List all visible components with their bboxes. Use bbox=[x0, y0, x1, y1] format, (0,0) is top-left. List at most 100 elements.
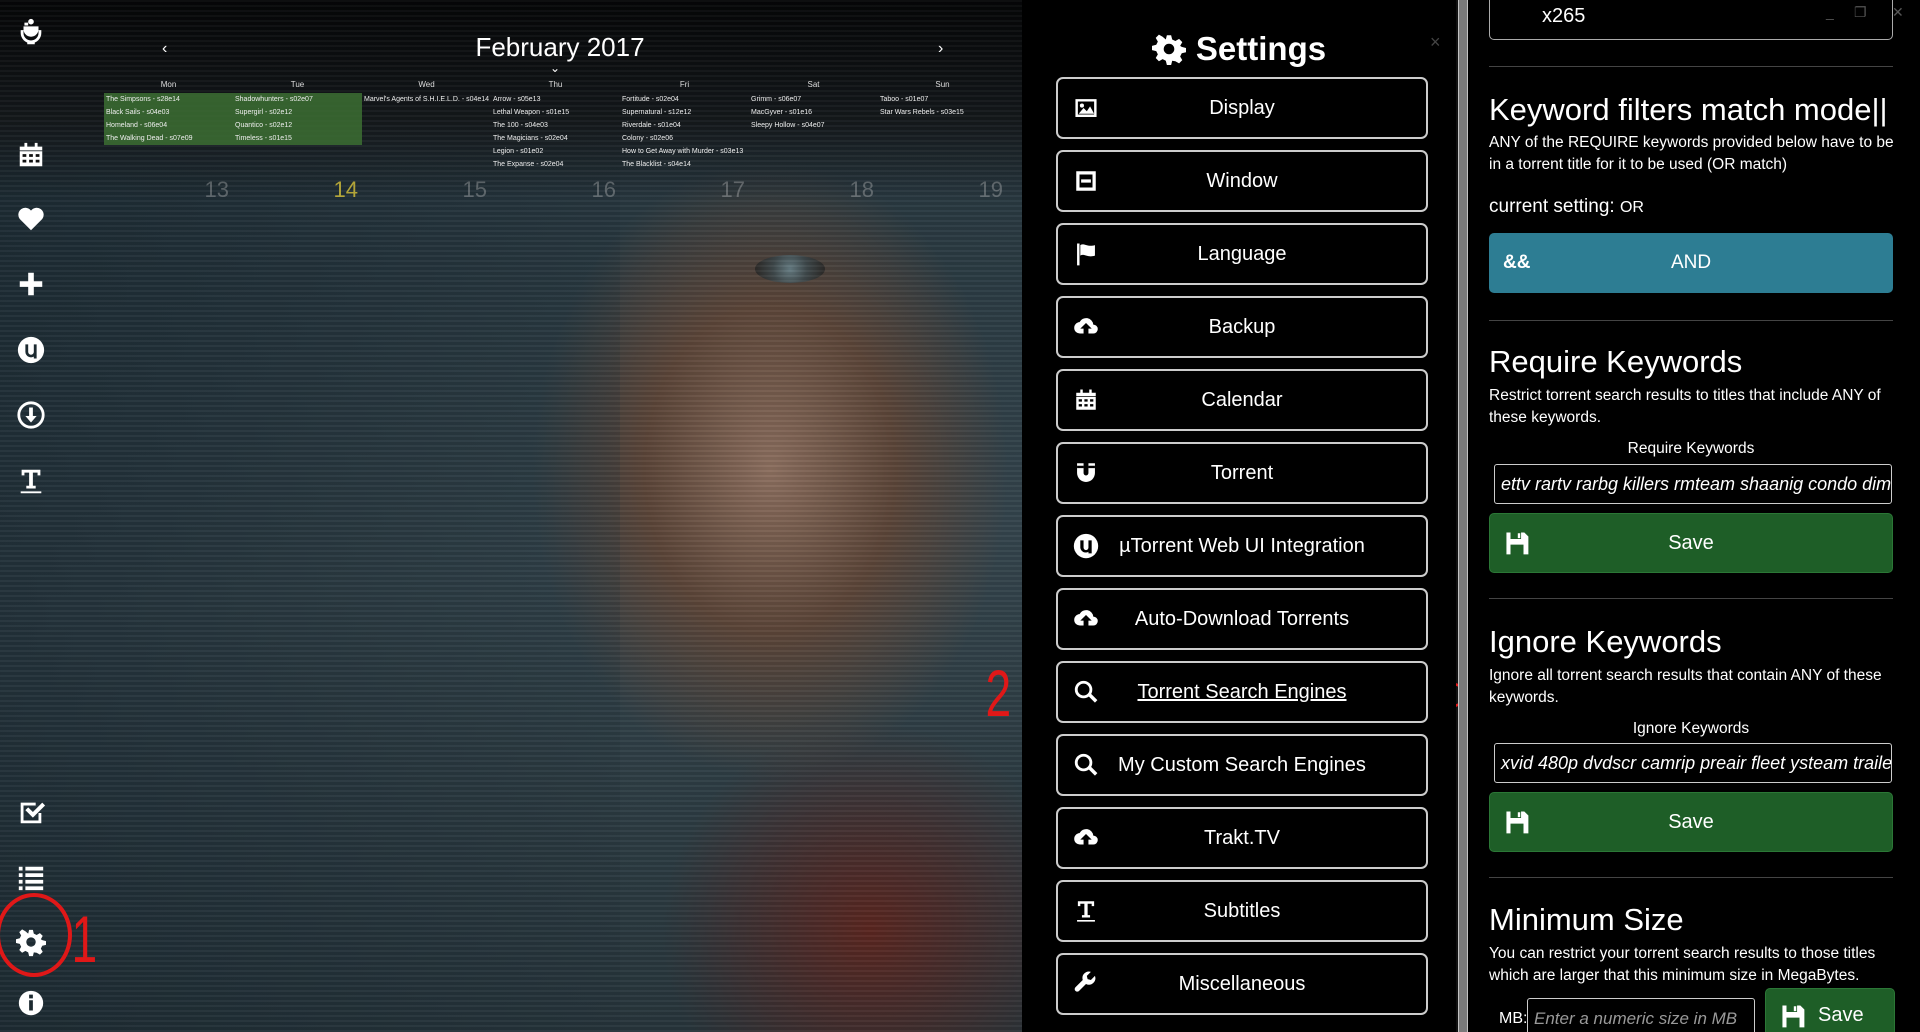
match-mode-description: ANY of the REQUIRE keywords provided bel… bbox=[1489, 134, 1894, 173]
minimum-size-input[interactable]: Enter a numeric size in MB bbox=[1527, 998, 1755, 1032]
utorrent-icon[interactable] bbox=[11, 330, 51, 370]
calendar-day-cell[interactable]: Taboo - s01e07 Star Wars Rebels - s03e15 1… bbox=[878, 93, 1007, 205]
calendar-day-cell[interactable]: Shadowhunters - s02e07 Supergirl - s02e12… bbox=[233, 93, 362, 205]
heart-icon[interactable] bbox=[11, 199, 51, 239]
calendar-month-title: February 2017 bbox=[475, 32, 645, 62]
calendar-episode[interactable]: Homeland - s06e04 bbox=[104, 119, 233, 132]
current-setting-label: current setting: bbox=[1489, 196, 1615, 217]
calendar-episode[interactable]: Quantico - s02e12 bbox=[233, 119, 362, 132]
scrollbar-thumb[interactable] bbox=[1459, 0, 1467, 1032]
calendar-episode[interactable]: Grimm - s06e07 bbox=[749, 93, 878, 106]
calendar-day-cell[interactable]: Marvel's Agents of S.H.I.E.L.D. - s04e14… bbox=[362, 93, 491, 205]
sidebar bbox=[0, 0, 62, 1032]
calendar-day-name: Thu bbox=[548, 80, 563, 89]
calendar-episode[interactable]: The Expanse - s02e04 bbox=[491, 158, 620, 171]
calendar-day-number: 16 bbox=[591, 177, 616, 202]
close-icon[interactable]: × bbox=[1430, 32, 1441, 53]
require-keywords-description: Restrict torrent search results to title… bbox=[1489, 387, 1881, 426]
calendar-day-name: Wed bbox=[418, 80, 435, 89]
calendar-episode[interactable]: How to Get Away with Murder - s03e13 bbox=[620, 145, 749, 158]
settings-item-my-custom-search-engines[interactable]: My Custom Search Engines bbox=[1056, 734, 1428, 796]
app-logo-icon[interactable] bbox=[11, 12, 51, 52]
calendar-day-cell[interactable]: Fortitude - s02e04 Supernatural - s12e12 R… bbox=[620, 93, 749, 205]
calendar-icon[interactable] bbox=[11, 135, 51, 175]
calendar-day-number: 17 bbox=[720, 177, 745, 202]
settings-item-torrent-web-ui-integration[interactable]: µTorrent Web UI Integration bbox=[1056, 515, 1428, 577]
subtitles-icon[interactable] bbox=[11, 461, 51, 501]
ignore-keywords-title: Ignore Keywords bbox=[1489, 624, 1722, 659]
and-label: AND bbox=[1670, 252, 1712, 273]
require-keywords-label: Require Keywords bbox=[1627, 440, 1755, 457]
calendar-episode[interactable]: Star Wars Rebels - s03e15 bbox=[878, 106, 1007, 119]
minimum-size-save-button[interactable]: Save bbox=[1765, 988, 1895, 1032]
settings-item-subtitles[interactable]: Subtitles bbox=[1056, 880, 1428, 942]
settings-item-auto-download-torrents[interactable]: Auto-Download Torrents bbox=[1056, 588, 1428, 650]
calendar-episode[interactable]: Legion - s01e02 bbox=[491, 145, 620, 158]
settings-item-torrent[interactable]: Torrent bbox=[1056, 442, 1428, 504]
calendar-episode[interactable]: The Walking Dead - s07e09 bbox=[104, 132, 233, 145]
calendar-episode[interactable]: Supergirl - s02e12 bbox=[233, 106, 362, 119]
calendar-episode[interactable]: Timeless - s01e15 bbox=[233, 132, 362, 145]
calendar-day-cell[interactable]: The Simpsons - s28e14 Black Sails - s04e0… bbox=[104, 93, 233, 205]
calendar-episode[interactable]: Fortitude - s02e04 bbox=[620, 93, 749, 106]
calendar-episode[interactable]: Colony - s02e06 bbox=[620, 132, 749, 145]
calendar-episode[interactable]: Taboo - s01e07 bbox=[878, 93, 1007, 106]
ignore-keywords-input[interactable]: xvid 480p dvdscr camrip preair fleet yst… bbox=[1494, 743, 1892, 783]
settings-panel: Settings × Display Window Language Backup Ca… bbox=[1022, 0, 1456, 1032]
calendar-episode[interactable]: Supernatural - s12e12 bbox=[620, 106, 749, 119]
settings-item-backup[interactable]: Backup bbox=[1056, 296, 1428, 358]
info-icon[interactable] bbox=[11, 983, 51, 1023]
calendar-episode[interactable]: Sleepy Hollow - s04e07 bbox=[749, 119, 878, 132]
mb-label: MB: bbox=[1499, 1010, 1528, 1027]
settings-item-window[interactable]: Window bbox=[1056, 150, 1428, 212]
minimum-size-description: You can restrict your torrent search res… bbox=[1489, 945, 1876, 984]
settings-item-label: Window bbox=[1206, 169, 1278, 192]
plus-icon[interactable] bbox=[11, 264, 51, 304]
calendar-episode[interactable]: Black Sails - s04e03 bbox=[104, 106, 233, 119]
settings-item-torrent-search-engines[interactable]: Torrent Search Engines bbox=[1056, 661, 1428, 723]
download-icon[interactable] bbox=[11, 395, 51, 435]
calendar-widget: ‹ February 2017 › ⌄ Mon Tue Wed Thu Fri Sat Su… bbox=[100, 30, 1020, 202]
calendar-episode[interactable]: The Simpsons - s28e14 bbox=[104, 93, 233, 106]
close-window-icon[interactable]: ✕ bbox=[1892, 4, 1904, 21]
ignore-save-label: Save bbox=[1668, 810, 1714, 833]
restore-icon[interactable]: ❐ bbox=[1854, 4, 1867, 21]
ignore-save-button[interactable]: Save bbox=[1489, 792, 1893, 852]
annotation-number-1: 1 bbox=[71, 902, 98, 976]
calendar-episode[interactable]: The Magicians - s02e04 bbox=[491, 132, 620, 145]
and-toggle-button[interactable]: && AND bbox=[1489, 233, 1893, 293]
calendar-episode[interactable]: Riverdale - s01e04 bbox=[620, 119, 749, 132]
calendar-day-number: 14 bbox=[333, 177, 358, 202]
settings-item-display[interactable]: Display bbox=[1056, 77, 1428, 139]
calendar-episode[interactable]: Marvel's Agents of S.H.I.E.L.D. - s04e14 bbox=[362, 93, 491, 106]
chevron-right-icon[interactable]: › bbox=[938, 40, 943, 58]
calendar-day-cell[interactable]: Arrow - s05e13 Lethal Weapon - s01e15 The … bbox=[491, 93, 620, 205]
calendar-day-name: Tue bbox=[290, 80, 305, 89]
calendar-day-name: Fri bbox=[679, 80, 690, 89]
calendar-episode[interactable]: The 100 - s04e03 bbox=[491, 119, 620, 132]
settings-item-label: Miscellaneous bbox=[1178, 972, 1306, 995]
calendar-episode[interactable]: MacGyver - s01e16 bbox=[749, 106, 878, 119]
settings-item-calendar[interactable]: Calendar bbox=[1056, 369, 1428, 431]
calendar-episode[interactable]: The Blacklist - s04e14 bbox=[620, 158, 749, 171]
chevron-down-icon[interactable]: ⌄ bbox=[550, 61, 560, 75]
calendar-day-cell[interactable]: Grimm - s06e07 MacGyver - s01e16 Sleepy Ho… bbox=[749, 93, 878, 205]
search-icon bbox=[1072, 751, 1100, 779]
settings-item-label: µTorrent Web UI Integration bbox=[1119, 534, 1365, 557]
list-icon[interactable] bbox=[11, 857, 51, 897]
settings-item-label: Calendar bbox=[1201, 388, 1283, 411]
calendar-day-name: Sun bbox=[935, 80, 950, 89]
current-setting: current setting: OR bbox=[1489, 196, 1644, 218]
calendar-episode[interactable]: Arrow - s05e13 bbox=[491, 93, 620, 106]
calendar-grid: Mon Tue Wed Thu Fri Sat Sun The Simpsons - s28e… bbox=[104, 80, 1006, 205]
calendar-episode[interactable]: Shadowhunters - s02e07 bbox=[233, 93, 362, 106]
calendar-episode[interactable]: Lethal Weapon - s01e15 bbox=[491, 106, 620, 119]
settings-item-trakt-tv[interactable]: Trakt.TV bbox=[1056, 807, 1428, 869]
require-save-button[interactable]: Save bbox=[1489, 513, 1893, 573]
require-keywords-input[interactable]: ettv rartv rarbg killers rmteam shaanig … bbox=[1494, 464, 1892, 504]
settings-item-language[interactable]: Language bbox=[1056, 223, 1428, 285]
minimize-icon[interactable]: _ bbox=[1826, 4, 1834, 20]
checkbox-icon[interactable] bbox=[11, 792, 51, 832]
settings-item-miscellaneous[interactable]: Miscellaneous bbox=[1056, 953, 1428, 1015]
settings-item-label: Subtitles bbox=[1203, 899, 1281, 922]
